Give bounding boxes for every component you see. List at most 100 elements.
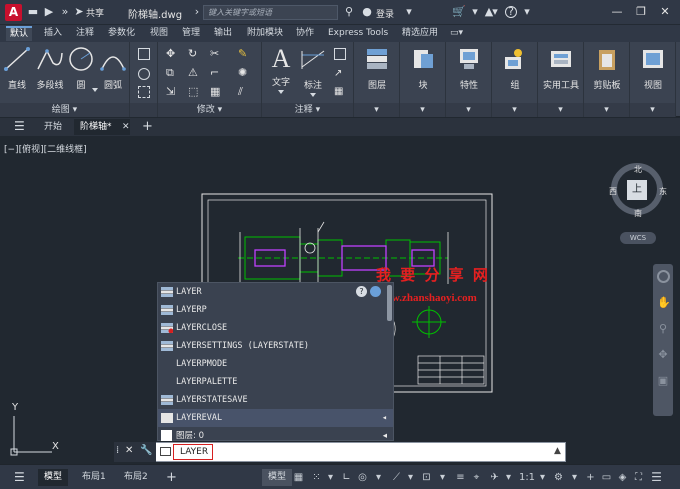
new-tab-icon[interactable]: + — [136, 119, 159, 135]
modify-panel-footer[interactable]: 修改 ▾ — [158, 103, 261, 117]
viewcube-north[interactable]: 北 — [634, 164, 642, 175]
array-icon[interactable]: ▦ — [210, 86, 222, 98]
selection-cycling-icon[interactable]: ⌖ — [470, 471, 483, 484]
offset-icon[interactable]: ⫽ — [238, 86, 250, 98]
tab-annotate[interactable]: 注释 — [72, 26, 98, 41]
tab-view[interactable]: 视图 — [146, 26, 172, 41]
block-panel-footer[interactable]: ▾ — [400, 103, 445, 117]
minimize-button[interactable]: — — [608, 3, 626, 21]
help-icon[interactable]: ? — [356, 286, 367, 297]
close-icon[interactable]: ✕ — [125, 445, 133, 456]
clipboard-panel-footer[interactable]: ▾ — [584, 103, 629, 117]
command-input[interactable]: LAYER — [173, 444, 213, 460]
showmotion-icon[interactable]: ▣ — [657, 375, 669, 387]
mirror-icon[interactable]: ⚠ — [188, 67, 200, 79]
ac-item-layerstatesave[interactable]: LAYERSTATESAVE — [158, 391, 386, 409]
menu-icon[interactable]: ☰ — [8, 119, 31, 135]
steering-wheel-icon[interactable] — [656, 270, 670, 283]
groups-panel-footer[interactable]: ▾ — [492, 103, 537, 117]
quick-access-dropdown-icon[interactable]: ▶ — [42, 5, 56, 19]
dropdown-icon[interactable]: ▾ — [488, 5, 502, 19]
stretch-icon[interactable]: ⇲ — [166, 86, 178, 98]
layers-button[interactable]: 图层 — [355, 45, 399, 91]
wcs-menu[interactable]: WCS — [620, 232, 656, 244]
annotation-panel-footer[interactable]: 注释 ▾ — [262, 103, 353, 117]
boundary-icon[interactable] — [138, 86, 150, 98]
explode-icon[interactable]: ✺ — [238, 67, 250, 79]
customize-icon[interactable]: 🔧 — [140, 445, 152, 456]
close-button[interactable]: ✕ — [656, 3, 674, 21]
layers-panel-footer[interactable]: ▾ — [354, 103, 399, 117]
tab-model[interactable]: 模型 — [38, 469, 69, 486]
plus-icon[interactable]: + — [584, 471, 597, 484]
dropdown-icon[interactable]: ▾ — [324, 471, 337, 484]
ac-item-layereval[interactable]: LAYEREVAL ◂ — [158, 409, 393, 427]
expand-icon[interactable]: » — [58, 5, 72, 19]
annotation-scale-icon[interactable]: ✈ — [488, 471, 501, 484]
ac-item-layer[interactable]: LAYER — [158, 283, 386, 301]
annotation-scale-value[interactable]: 1:1 — [518, 471, 536, 484]
tab-start[interactable]: 开始 — [38, 119, 68, 135]
chevron-right-icon[interactable]: › — [190, 5, 204, 19]
dropdown-icon[interactable] — [278, 90, 284, 94]
line-button[interactable]: 直线 — [0, 45, 34, 91]
scale-icon[interactable]: ⬚ — [188, 86, 200, 98]
text-button[interactable]: A 文字 — [264, 45, 298, 94]
search-input[interactable]: 键入关键字或短语 — [203, 5, 338, 20]
block-button[interactable]: 块 — [401, 45, 445, 91]
tab-insert[interactable]: 插入 — [40, 26, 66, 41]
restore-button[interactable]: ❐ — [632, 3, 650, 21]
autocad-logo-icon[interactable]: A — [5, 4, 22, 21]
dropdown-icon[interactable]: ▾ — [436, 471, 449, 484]
tab-featured-apps[interactable]: 精选应用 — [398, 26, 442, 41]
dimension-button[interactable]: 标注 — [296, 45, 330, 97]
user-icon[interactable]: ● — [360, 5, 374, 19]
ac-item-layersettings[interactable]: LAYERSETTINGS (LAYERSTATE) — [158, 337, 386, 355]
isodraft-icon[interactable]: ⟋ — [390, 471, 403, 484]
tab-addins[interactable]: 附加模块 — [243, 26, 287, 41]
trim-icon[interactable]: ✂ — [210, 48, 222, 60]
tab-express-tools[interactable]: Express Tools — [324, 26, 392, 41]
add-layout-icon[interactable]: + — [160, 469, 183, 486]
circle-button[interactable]: 圆 — [64, 45, 98, 92]
ribbon-options-icon[interactable]: ▭▾ — [446, 26, 467, 41]
tab-layout2[interactable]: 布局2 — [118, 469, 154, 486]
clean-screen-icon[interactable]: ⛶ — [632, 471, 645, 484]
command-history-arrow-icon[interactable]: ▲ — [554, 446, 561, 456]
fillet-icon[interactable]: ⌐ — [210, 67, 222, 79]
copy-icon[interactable]: ⧉ — [166, 67, 178, 79]
arc-button[interactable]: 圆弧 — [96, 45, 130, 91]
ac-item-layerpalette[interactable]: LAYERPALETTE — [158, 373, 386, 391]
hatch-icon[interactable] — [138, 68, 150, 80]
model-space-button[interactable]: 模型 — [262, 469, 293, 486]
dropdown-icon[interactable]: ▾ — [468, 5, 482, 19]
grid-icon[interactable]: ▦ — [292, 471, 305, 484]
table-icon[interactable] — [334, 48, 346, 60]
login-button[interactable]: 登录 — [376, 7, 394, 20]
expand-arrow-icon[interactable]: ◂ — [382, 409, 387, 427]
viewport-controls[interactable]: [−][俯视][二维线框] — [4, 142, 87, 155]
autocomplete-scrollbar[interactable] — [387, 285, 392, 321]
workspace-gear-icon[interactable]: ⚙ — [552, 471, 565, 484]
polar-icon[interactable]: ◎ — [356, 471, 369, 484]
zoom-icon[interactable]: ⚲ — [657, 323, 669, 335]
snap-icon[interactable]: ⁙ — [310, 471, 323, 484]
globe-icon[interactable] — [370, 286, 381, 297]
clipboard-button[interactable]: 剪贴板 — [585, 45, 629, 91]
view-button[interactable]: 视图 — [631, 45, 675, 91]
cart-icon[interactable]: 🛒 — [452, 5, 466, 19]
viewcube-east[interactable]: 东 — [659, 186, 667, 197]
properties-button[interactable]: 特性 — [447, 45, 491, 91]
rectangle-icon[interactable] — [138, 48, 150, 60]
ac-item-layerp[interactable]: LAYERP — [158, 301, 386, 319]
share-icon[interactable]: ➤ — [72, 5, 86, 19]
orbit-icon[interactable]: ✥ — [657, 349, 669, 361]
rotate-icon[interactable]: ↻ — [188, 48, 200, 60]
tab-collaborate[interactable]: 协作 — [292, 26, 318, 41]
ac-item-layerpmode[interactable]: LAYERPMODE — [158, 355, 386, 373]
tab-output[interactable]: 输出 — [210, 26, 236, 41]
group-button[interactable]: 组 — [493, 45, 537, 91]
osnap-icon[interactable]: ⊡ — [420, 471, 433, 484]
ac-item-layerclose[interactable]: LAYERCLOSE — [158, 319, 386, 337]
tab-layout1[interactable]: 布局1 — [76, 469, 112, 486]
